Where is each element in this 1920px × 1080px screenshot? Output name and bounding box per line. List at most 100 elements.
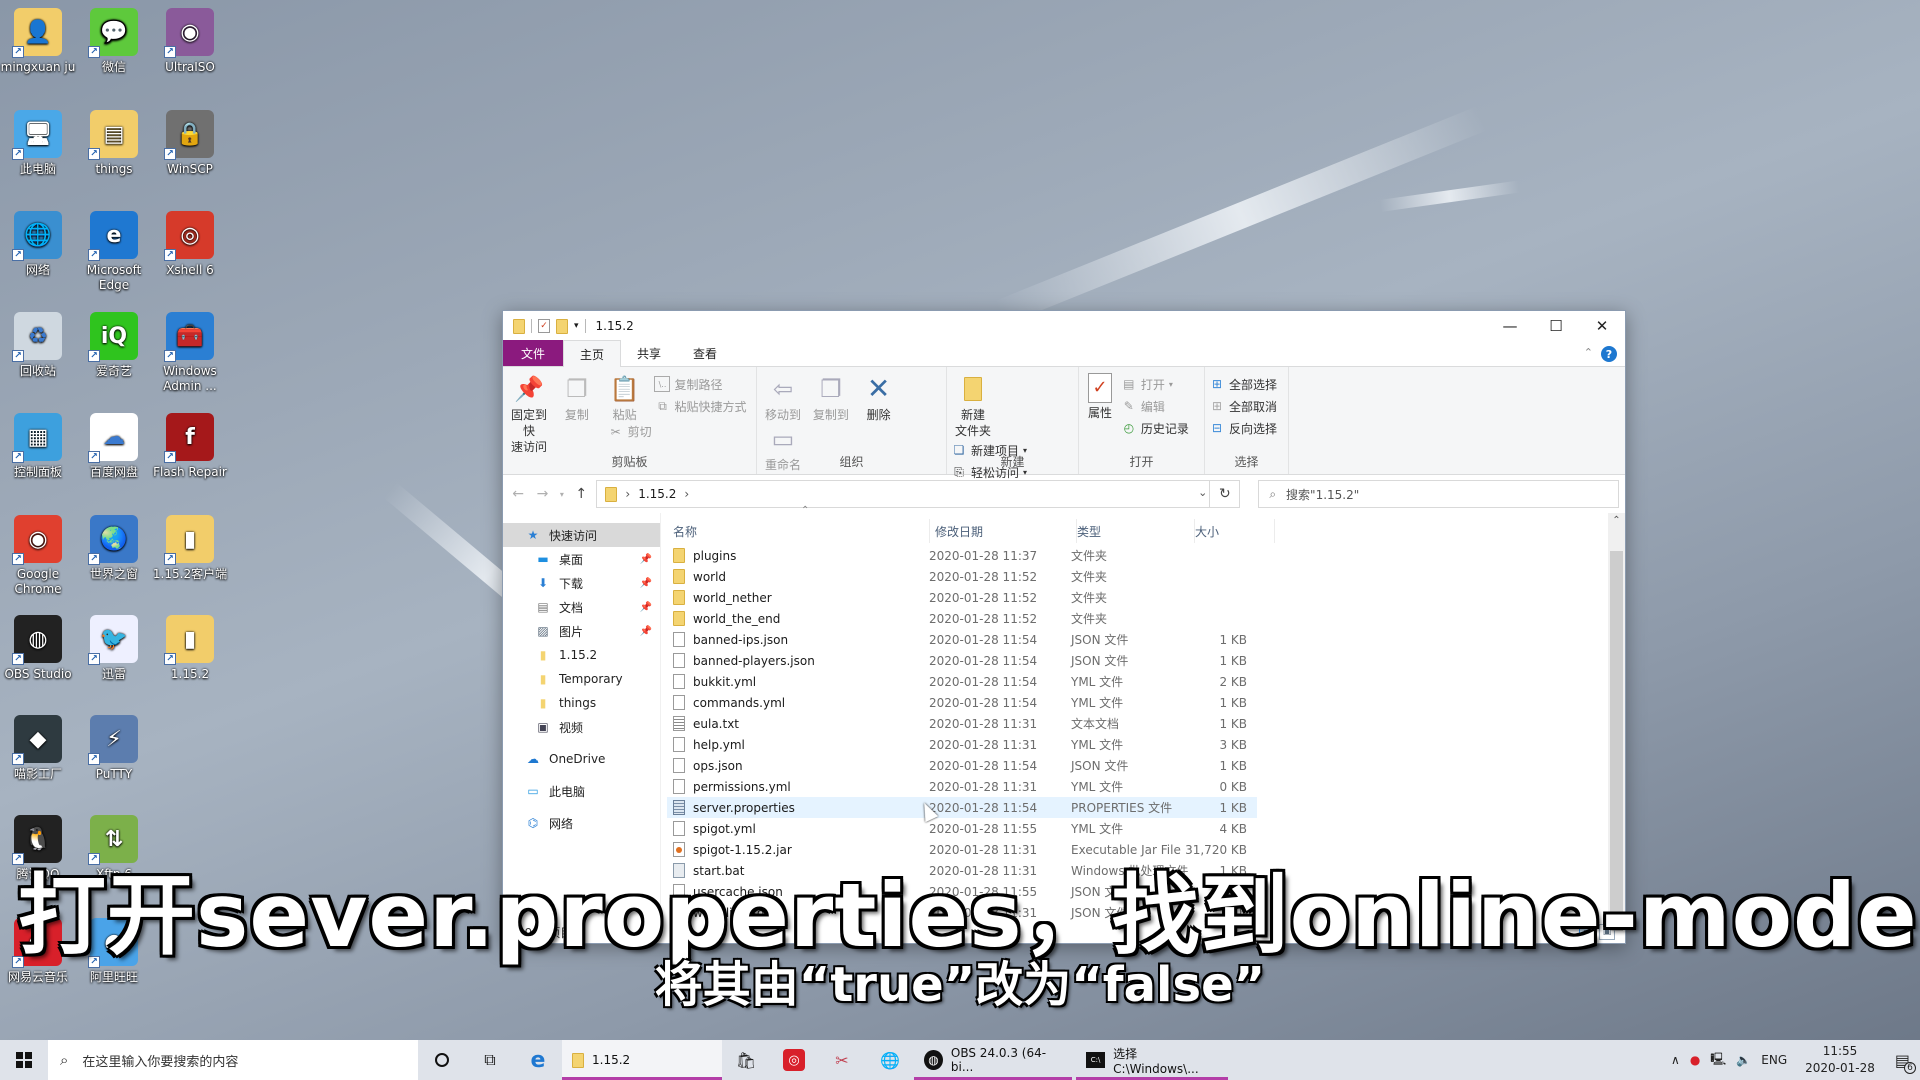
minimize-button[interactable]: — bbox=[1487, 311, 1533, 341]
nav-item[interactable]: ▬ 桌面 📌 bbox=[503, 547, 660, 571]
copy-path-button[interactable]: \.. 复制路径 bbox=[654, 373, 746, 395]
taskbar-app-obs[interactable]: ◍ OBS 24.0.3 (64-bi... bbox=[914, 1040, 1072, 1080]
desktop-icon-winscp[interactable]: 🔒 ↗ WinSCP bbox=[152, 110, 228, 177]
taskbar-app-explorer[interactable]: 1.15.2 bbox=[562, 1040, 722, 1080]
input-language[interactable]: ENG bbox=[1761, 1053, 1787, 1067]
nav-item[interactable]: ▤ 文档 📌 bbox=[503, 595, 660, 619]
copy-button[interactable]: ❐ 复制 bbox=[555, 373, 599, 423]
paste-button[interactable]: 📋 粘贴 ✂ 剪切 bbox=[603, 373, 652, 441]
file-row[interactable]: bukkit.yml 2020-01-28 11:54 YML 文件 2 KB bbox=[667, 671, 1257, 692]
recent-locations-button[interactable]: ▾ bbox=[558, 490, 566, 499]
desktop-icon-theworld[interactable]: 🌏 ↗ 世界之窗 bbox=[76, 515, 152, 582]
new-folder-button[interactable]: 新建 文件夹 bbox=[951, 373, 995, 439]
desktop-icon-control-panel[interactable]: ▦ ↗ 控制面板 bbox=[0, 413, 76, 480]
move-to-button[interactable]: ⇦ 移动到 bbox=[761, 373, 805, 423]
pin-to-quick-access-button[interactable]: 📌 固定到快 速访问 bbox=[507, 373, 551, 455]
desktop-icon-folder[interactable]: ▮ ↗ 1.15.2 bbox=[152, 615, 228, 682]
file-row[interactable]: world_the_end 2020-01-28 11:52 文件夹 bbox=[667, 608, 1257, 629]
desktop-icon-xunlei[interactable]: 🐦 ↗ 迅雷 bbox=[76, 615, 152, 682]
address-bar[interactable]: › 1.15.2 › ⌄ ↻ bbox=[596, 480, 1241, 508]
nav-item[interactable]: ▮ 1.15.2 bbox=[503, 643, 660, 667]
pin-icon[interactable]: 📌 bbox=[640, 554, 652, 565]
pin-icon[interactable]: 📌 bbox=[640, 578, 652, 589]
taskbar-browser[interactable]: 🌐 bbox=[866, 1040, 914, 1080]
file-row[interactable]: ops.json 2020-01-28 11:54 JSON 文件 1 KB bbox=[667, 755, 1257, 776]
desktop-icon-network[interactable]: 🌐 ↗ 网络 bbox=[0, 211, 76, 278]
invert-selection-button[interactable]: ⊟ 反向选择 bbox=[1209, 417, 1284, 439]
desktop-icon-putty[interactable]: ⚡ ↗ PuTTY bbox=[76, 715, 152, 782]
new-folder-icon[interactable] bbox=[556, 318, 568, 334]
desktop-icon-obs[interactable]: ◍ ↗ OBS Studio bbox=[0, 615, 76, 682]
start-button[interactable] bbox=[0, 1040, 48, 1080]
nav-item[interactable]: ▨ 图片 📌 bbox=[503, 619, 660, 643]
desktop-icon-disc[interactable]: ◉ ↗ UltraISO bbox=[152, 8, 228, 75]
file-row[interactable]: permissions.yml 2020-01-28 11:31 YML 文件 0 K… bbox=[667, 776, 1257, 797]
file-row[interactable]: eula.txt 2020-01-28 11:31 文本文档 1 KB bbox=[667, 713, 1257, 734]
nav-item[interactable]: ▣ 视频 bbox=[503, 715, 660, 739]
scroll-up-icon[interactable]: ⌃ bbox=[1608, 515, 1625, 526]
file-row[interactable]: plugins 2020-01-28 11:37 文件夹 bbox=[667, 545, 1257, 566]
desktop-icon-folder[interactable]: ▤ ↗ things bbox=[76, 110, 152, 177]
paste-shortcut-button[interactable]: ⧉ 粘贴快捷方式 bbox=[654, 395, 746, 417]
desktop-icon-filmora[interactable]: ◆ ↗ 喵影工厂 bbox=[0, 715, 76, 782]
tab-home[interactable]: 主页 bbox=[563, 340, 622, 367]
desktop-icon-iqiyi[interactable]: iQ ↗ 爱奇艺 bbox=[76, 312, 152, 379]
breadcrumb-item[interactable]: 1.15.2 bbox=[638, 487, 676, 501]
column-header-type[interactable]: 类型 bbox=[1077, 519, 1195, 543]
customize-toolbar-icon[interactable]: ▾ bbox=[574, 321, 579, 331]
column-header-date[interactable]: 修改日期 bbox=[935, 519, 1077, 543]
search-box[interactable]: ⌕ 搜索"1.15.2" bbox=[1258, 480, 1619, 508]
back-button[interactable]: ← bbox=[509, 486, 527, 502]
address-dropdown-icon[interactable]: ⌄ bbox=[1198, 486, 1207, 499]
taskbar-search-box[interactable]: ⌕ 在这里输入你要搜索的内容 bbox=[48, 1040, 418, 1080]
tab-view[interactable]: 查看 bbox=[677, 340, 733, 366]
collapse-ribbon-icon[interactable]: ⌃ bbox=[1584, 346, 1593, 359]
up-button[interactable]: ↑ bbox=[572, 486, 590, 502]
properties-button[interactable]: ✓ 属性 bbox=[1083, 373, 1117, 421]
pin-icon[interactable]: 📌 bbox=[640, 602, 652, 613]
taskbar-store[interactable]: 🛍 bbox=[722, 1040, 770, 1080]
select-none-button[interactable]: ⊞ 全部取消 bbox=[1209, 395, 1284, 417]
volume-icon[interactable]: 🔈 bbox=[1736, 1053, 1751, 1067]
nav-item[interactable]: ▮ Temporary bbox=[503, 667, 660, 691]
desktop-icon-flash[interactable]: f ↗ Flash Repair bbox=[152, 413, 228, 480]
desktop-icon-folder[interactable]: ▮ ↗ 1.15.2客户端 bbox=[152, 515, 228, 582]
task-view-button[interactable]: ⧉ bbox=[466, 1040, 514, 1080]
pin-icon[interactable]: 📌 bbox=[640, 626, 652, 637]
desktop-icon-wechat[interactable]: 💬 ↗ 微信 bbox=[76, 8, 152, 75]
nav-item[interactable]: ▭ 此电脑 bbox=[503, 779, 660, 803]
desktop-icon-edge[interactable]: e ↗ Microsoft Edge bbox=[76, 211, 152, 293]
taskbar-snipping-tool[interactable]: ✂ bbox=[818, 1040, 866, 1080]
open-button[interactable]: ▤ 打开 ▾ bbox=[1121, 373, 1189, 395]
nav-item[interactable]: ☁ OneDrive bbox=[503, 747, 660, 771]
file-row[interactable]: world 2020-01-28 11:52 文件夹 bbox=[667, 566, 1257, 587]
title-bar[interactable]: ✓ ▾ 1.15.2 — ☐ ✕ bbox=[503, 311, 1625, 341]
history-button[interactable]: ◴ 历史记录 bbox=[1121, 417, 1189, 439]
file-row[interactable]: banned-ips.json 2020-01-28 11:54 JSON 文件 1 … bbox=[667, 629, 1257, 650]
desktop-icon-windows-admin[interactable]: 🧰 ↗ Windows Admin ... bbox=[152, 312, 228, 394]
desktop-icon-user-folder[interactable]: 👤 ↗ mingxuan ju bbox=[0, 8, 76, 75]
file-row[interactable]: spigot.yml 2020-01-28 11:55 YML 文件 4 KB bbox=[667, 818, 1257, 839]
cut-button[interactable]: ✂ 剪切 bbox=[608, 423, 652, 441]
maximize-button[interactable]: ☐ bbox=[1533, 311, 1579, 341]
show-hidden-icons-button[interactable]: ∧ bbox=[1671, 1053, 1680, 1067]
desktop-icon-chrome[interactable]: ◉ ↗ Google Chrome bbox=[0, 515, 76, 597]
taskbar-app-cmd[interactable]: C:\ 选择C:\Windows\... bbox=[1076, 1040, 1228, 1080]
desktop-icon-recycle-bin[interactable]: ♻ ↗ 回收站 bbox=[0, 312, 76, 379]
taskbar-netease-music[interactable]: ◎ bbox=[770, 1040, 818, 1080]
tab-file[interactable]: 文件 bbox=[503, 340, 564, 366]
desktop-icon-baidu-netdisk[interactable]: ☁ ↗ 百度网盘 bbox=[76, 413, 152, 480]
desktop-icon-xshell[interactable]: ◎ ↗ Xshell 6 bbox=[152, 211, 228, 278]
cortana-button[interactable] bbox=[418, 1040, 466, 1080]
nav-item[interactable]: ⬇ 下载 📌 bbox=[503, 571, 660, 595]
tab-share[interactable]: 共享 bbox=[621, 340, 677, 366]
taskbar-edge[interactable]: e bbox=[514, 1040, 562, 1080]
desktop-icon-computer[interactable]: 🖥 ↗ 此电脑 bbox=[0, 110, 76, 177]
copy-to-button[interactable]: ❐ 复制到 bbox=[809, 373, 853, 423]
netease-tray-icon[interactable]: ● bbox=[1690, 1053, 1700, 1067]
file-row[interactable]: world_nether 2020-01-28 11:52 文件夹 bbox=[667, 587, 1257, 608]
close-button[interactable]: ✕ bbox=[1579, 311, 1625, 341]
delete-button[interactable]: ✕ 删除 bbox=[857, 373, 901, 423]
help-icon[interactable]: ? bbox=[1601, 346, 1617, 362]
file-row[interactable]: banned-players.json 2020-01-28 11:54 JSON … bbox=[667, 650, 1257, 671]
